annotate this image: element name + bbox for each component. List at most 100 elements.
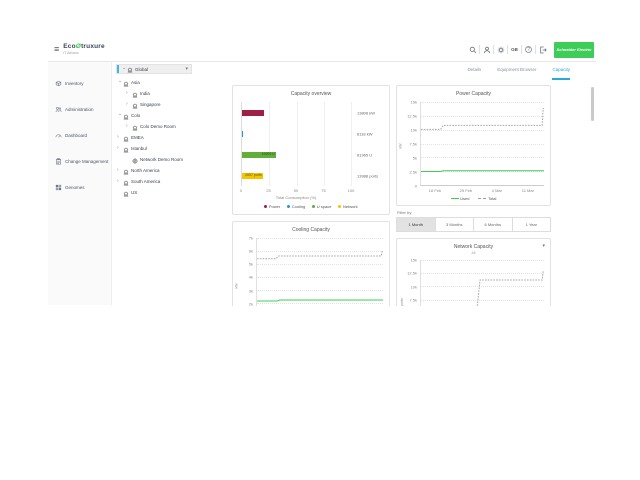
y-tick-label: 2.5k	[409, 170, 417, 175]
sidebar-item-genomes[interactable]: Genomes	[48, 174, 111, 200]
expand-caret-icon[interactable]: ›	[121, 67, 126, 71]
help-icon[interactable]: ?	[522, 43, 535, 57]
user-icon[interactable]	[480, 43, 493, 57]
tree-item-label: Network Demo Room	[140, 157, 183, 162]
filter-button-1-year[interactable]: 1 Year	[512, 217, 552, 232]
expand-caret-icon[interactable]: ›	[117, 114, 122, 118]
chart-title: Power Capacity	[397, 86, 550, 97]
line-chart-plot	[256, 238, 383, 306]
tab-equipment-browser[interactable]: Equipment Browser	[497, 67, 536, 80]
column-right: Power Capacity kW 15k12.5k10k7.5k5k2.5k0…	[396, 85, 551, 306]
y-tick-label: 4k	[249, 275, 253, 280]
expand-caret-icon[interactable]: ›	[117, 146, 121, 151]
tree-item-asia[interactable]: ›Asia	[112, 77, 230, 88]
administration-icon	[55, 100, 62, 118]
sidebar-item-administration[interactable]: Administration	[48, 96, 111, 122]
line-chart-plot	[420, 102, 544, 186]
sidebar-item-label: Inventory	[65, 81, 84, 86]
tree-item-global[interactable]: › Global ▾	[116, 64, 192, 74]
building-icon	[123, 107, 129, 125]
tree-item-singapore[interactable]: ›Singapore	[112, 99, 230, 110]
y-tick-label: 12.5k	[407, 114, 417, 119]
x-tick-label: 18 Feb	[429, 188, 441, 193]
menu-icon[interactable]: ≡	[54, 45, 59, 54]
tree-item-south-america[interactable]: ›South America	[112, 176, 230, 187]
top-bar: ≡ EcoØtruxure IT Advisor GB	[48, 38, 596, 62]
tab-bar: Details Equipment Browser Capacity	[232, 62, 586, 80]
language-selector[interactable]: GB	[508, 43, 521, 57]
tree-item-network-demo-room[interactable]: Network Demo Room	[112, 154, 230, 165]
y-tick-label: 0	[415, 184, 417, 189]
inventory-icon	[55, 74, 62, 92]
y-axis-ticks: 15k12.5k10k7.5k5k2.5k0	[405, 260, 420, 306]
y-tick-label: 7k	[249, 236, 253, 241]
tab-capacity[interactable]: Capacity	[552, 67, 570, 80]
expand-caret-icon[interactable]: ›	[117, 135, 121, 140]
expand-caret-icon[interactable]: ›	[117, 168, 121, 173]
bar-cooling	[242, 131, 243, 137]
series-line-used	[257, 300, 383, 301]
network-selector-value[interactable]: All	[397, 251, 550, 255]
search-icon[interactable]	[466, 43, 479, 57]
settings-gear-icon[interactable]	[494, 43, 507, 57]
time-filter: Filter by: 1 Month3 Months6 Months1 Year	[396, 210, 551, 232]
capacity-overview-card: Capacity overview 19209 U2657 ports 1380…	[232, 85, 390, 215]
y-tick-label: 5k	[249, 262, 253, 267]
y-tick-label: 12.5k	[407, 271, 417, 276]
scrollbar-thumb[interactable]	[591, 87, 594, 121]
tab-details[interactable]: Details	[467, 67, 481, 80]
tree-item-north-america[interactable]: › North America	[112, 165, 230, 176]
legend-item-u-space: U space	[312, 204, 331, 209]
bar-chart-body: 19209 U2657 ports 13808 kW6118 kW61965 U…	[241, 102, 385, 186]
x-axis-ticks: 0255075100	[241, 187, 351, 194]
tree-item-emea[interactable]: ›EMEA	[112, 132, 230, 143]
tree-item-istanbul[interactable]: ›Istanbul	[112, 143, 230, 154]
tree-item-colo[interactable]: ›Colo	[112, 110, 230, 121]
charts-grid: Capacity overview 19209 U2657 ports 1380…	[232, 85, 586, 306]
bar-value-label: 19209 U	[262, 152, 275, 156]
building-icon	[123, 184, 129, 202]
grid-line	[324, 102, 325, 186]
tree-item-label: North America	[131, 168, 160, 173]
tree-item-colo-demo-room[interactable]: ›Colo Demo Room	[112, 121, 230, 132]
x-tick-label: 100	[348, 188, 355, 193]
schneider-electric-logo[interactable]: Schneider Electric	[554, 42, 594, 58]
brand-logo: EcoØtruxure IT Advisor	[63, 44, 105, 55]
tree-item-us[interactable]: US	[112, 187, 230, 198]
x-tick-label: 50	[294, 188, 298, 193]
expand-caret-icon[interactable]: ›	[126, 91, 130, 96]
expand-caret-icon[interactable]: ›	[117, 81, 122, 85]
sidebar-item-label: Administration	[65, 107, 94, 112]
logout-icon[interactable]	[536, 43, 549, 57]
filter-button-1-month[interactable]: 1 Month	[396, 217, 436, 232]
x-tick-label: 25 Feb	[460, 188, 472, 193]
body: Inventory Administration DashboardChange M…	[48, 62, 596, 305]
filter-button-6-months[interactable]: 6 Months	[473, 217, 513, 232]
grid-line	[297, 102, 298, 186]
total-label: 13988 ports	[357, 173, 378, 178]
expand-caret-icon[interactable]: ›	[117, 179, 121, 184]
y-tick-label: 10k	[411, 128, 417, 133]
x-tick-label: 25	[266, 188, 270, 193]
total-label: 6118 kW	[357, 131, 373, 136]
brand-name: EcoØtruxure	[63, 44, 105, 51]
sidebar-item-inventory[interactable]: Inventory	[48, 70, 111, 96]
tree-item-india[interactable]: › India	[112, 88, 230, 99]
dropdown-caret-icon[interactable]: ▾	[185, 66, 188, 72]
dashboard-icon	[55, 126, 62, 144]
legend-dot	[338, 205, 341, 208]
y-tick-label: 2k	[249, 301, 253, 306]
legend-dot	[312, 205, 315, 208]
x-axis-label: Total Consumption (%)	[233, 195, 389, 200]
change-management-icon	[55, 152, 62, 170]
sidebar-item-dashboard[interactable]: Dashboard	[48, 122, 111, 148]
tree-item-label: India	[140, 91, 150, 96]
y-tick-label: 3k	[249, 288, 253, 293]
sidebar-item-change-management[interactable]: Change Management	[48, 148, 111, 174]
filter-button-3-months[interactable]: 3 Months	[435, 217, 475, 232]
left-sidebar: Inventory Administration DashboardChange M…	[48, 62, 112, 305]
filter-buttons: 1 Month3 Months6 Months1 Year	[396, 217, 551, 232]
chevron-down-icon[interactable]: ▾	[542, 243, 545, 249]
series-line-total	[421, 271, 544, 306]
chart-title: Network Capacity	[397, 239, 550, 250]
